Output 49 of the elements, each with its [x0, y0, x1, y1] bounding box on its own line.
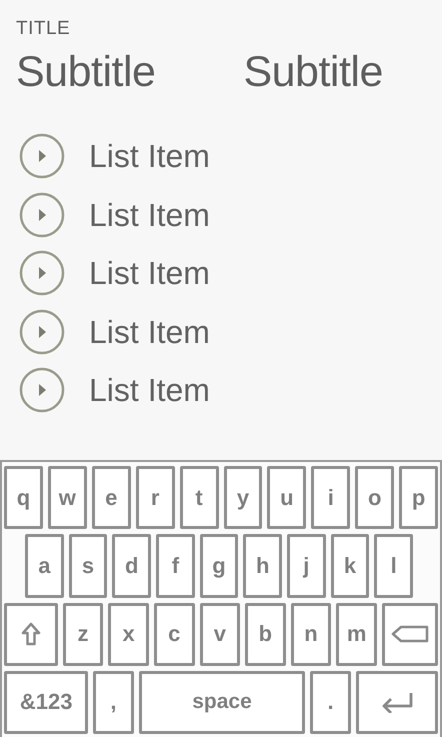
punctuation-key[interactable]: ,: [93, 670, 134, 734]
letter-key[interactable]: t: [180, 466, 219, 530]
subtitle: Subtitle: [243, 47, 383, 98]
list-item[interactable]: List Item: [89, 253, 210, 293]
play-icon[interactable]: [19, 250, 65, 296]
backspace-icon: [390, 625, 429, 644]
letter-key[interactable]: u: [267, 466, 306, 530]
play-icon[interactable]: [19, 367, 65, 413]
enter-icon: [380, 691, 414, 714]
letter-key[interactable]: k: [330, 534, 370, 598]
shift-icon: [20, 622, 41, 646]
letter-key[interactable]: r: [136, 466, 175, 530]
shift-key[interactable]: [4, 602, 58, 666]
letter-key[interactable]: c: [154, 602, 195, 666]
letter-key[interactable]: q: [4, 466, 43, 530]
play-icon[interactable]: [19, 133, 65, 179]
letter-key[interactable]: l: [374, 534, 414, 598]
letter-key[interactable]: z: [62, 602, 104, 666]
space-key[interactable]: space: [138, 670, 306, 734]
letter-key[interactable]: o: [355, 466, 394, 530]
backspace-key[interactable]: [382, 602, 438, 666]
list-item[interactable]: List Item: [89, 136, 210, 176]
punctuation-key[interactable]: .: [310, 670, 351, 734]
letter-key[interactable]: a: [25, 534, 64, 598]
list-item[interactable]: List Item: [89, 370, 210, 410]
enter-key[interactable]: [356, 670, 438, 734]
letter-key[interactable]: e: [92, 466, 131, 530]
letter-key[interactable]: x: [108, 602, 149, 666]
letter-key[interactable]: b: [245, 602, 286, 666]
letter-key[interactable]: i: [311, 466, 350, 530]
play-icon[interactable]: [19, 308, 65, 354]
letter-key[interactable]: h: [243, 534, 282, 598]
list-item[interactable]: List Item: [89, 312, 210, 352]
list-item[interactable]: List Item: [89, 194, 210, 234]
symbols-key[interactable]: &123: [4, 670, 88, 734]
letter-key[interactable]: y: [224, 466, 262, 530]
letter-key[interactable]: s: [68, 534, 108, 598]
letter-key[interactable]: f: [156, 534, 195, 598]
subtitle: Subtitle: [16, 47, 156, 98]
letter-key[interactable]: w: [48, 466, 87, 530]
letter-key[interactable]: v: [200, 602, 240, 666]
letter-key[interactable]: n: [290, 602, 332, 666]
letter-key[interactable]: g: [200, 534, 238, 598]
page-title: TITLE: [16, 18, 70, 40]
letter-key[interactable]: m: [336, 602, 377, 666]
letter-key[interactable]: d: [112, 534, 152, 598]
letter-key[interactable]: p: [399, 466, 438, 530]
letter-key[interactable]: j: [287, 534, 326, 598]
play-icon[interactable]: [19, 192, 65, 238]
